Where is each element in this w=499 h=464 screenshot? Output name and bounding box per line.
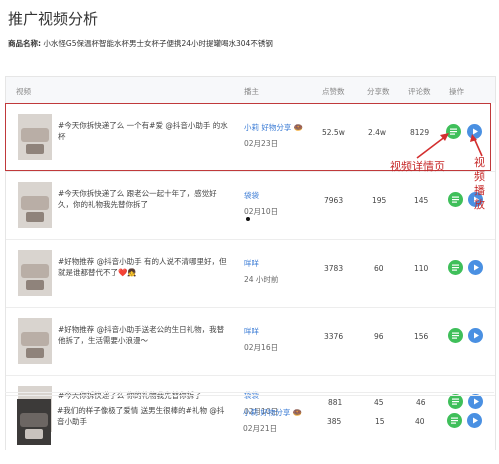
annotation-video-play: 视频播放 xyxy=(474,156,485,211)
annotation-arrows xyxy=(416,133,483,159)
cursor-dot xyxy=(246,217,250,221)
annotation-detail-page: 视频详情页 xyxy=(390,160,445,173)
